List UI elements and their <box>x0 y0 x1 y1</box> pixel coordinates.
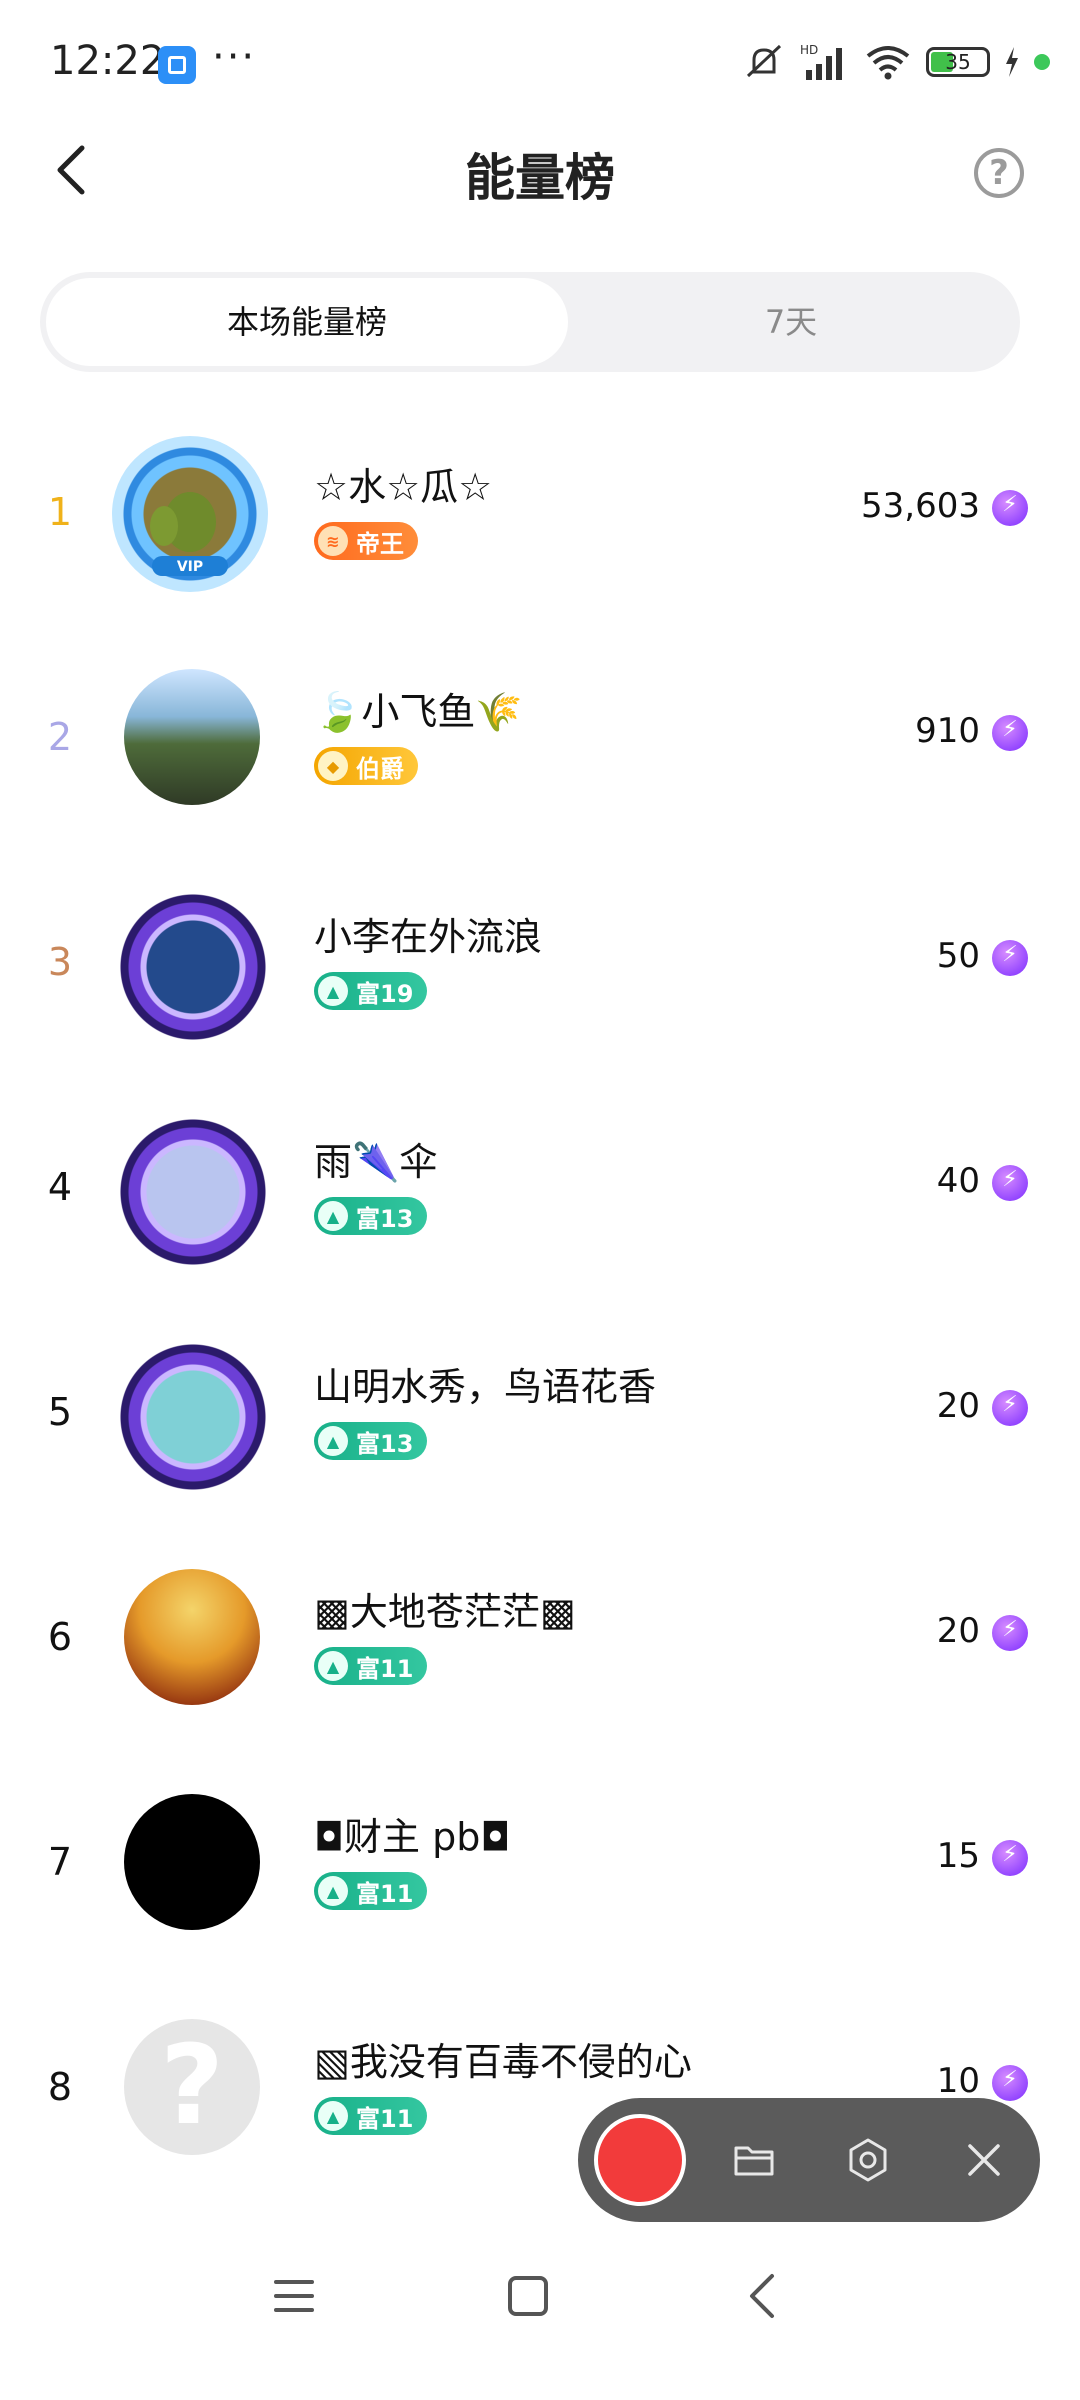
energy-score: 10 <box>936 2061 980 2101</box>
rich-level-icon: ▲ <box>318 1201 348 1231</box>
list-item[interactable]: 5 山明水秀，鸟语花香 ▲ 富13 20 <box>0 1336 1080 1565</box>
level-badge: ≋ 帝王 <box>314 522 418 560</box>
help-button[interactable]: ? <box>974 148 1024 198</box>
rank-number: 3 <box>47 940 73 984</box>
avatar[interactable] <box>112 886 274 1048</box>
list-item[interactable]: 7 ◘财主 pb◘ ▲ 富11 15 <box>0 1790 1080 2015</box>
energy-score: 40 <box>936 1161 980 1201</box>
back-icon[interactable] <box>734 2266 794 2326</box>
charging-icon <box>1006 47 1018 77</box>
energy-score: 15 <box>936 1836 980 1876</box>
avatar[interactable]: VIP <box>112 436 268 592</box>
status-icons: HD 35 <box>742 40 1050 84</box>
avatar[interactable] <box>124 669 260 805</box>
signal-icon: HD <box>800 43 842 80</box>
page-title: 能量榜 <box>465 149 615 207</box>
level-badge: ▲ 富11 <box>314 1647 428 1685</box>
energy-bolt-icon <box>992 1615 1028 1651</box>
battery-icon: 35 <box>926 47 990 77</box>
energy-bolt-icon <box>992 490 1028 526</box>
energy-bolt-icon <box>992 1165 1028 1201</box>
settings-icon[interactable] <box>844 2136 892 2184</box>
mute-icon <box>746 44 782 78</box>
folder-icon[interactable] <box>730 2136 778 2184</box>
avatar[interactable] <box>124 1794 260 1930</box>
svg-text:VIP: VIP <box>177 559 203 575</box>
rank-number: 7 <box>47 1840 73 1884</box>
screen-recorder-panel <box>578 2098 1040 2222</box>
rich-level-icon: ▲ <box>318 2101 348 2131</box>
user-name: ▧我没有百毒不侵的心 <box>314 2040 692 2084</box>
svg-text:?: ? <box>160 2021 224 2149</box>
list-item[interactable]: 2 🍃小飞鱼🌾 ◆ 伯爵 910 <box>0 665 1080 890</box>
level-badge: ▲ 富11 <box>314 2097 428 2135</box>
tab-7-days[interactable]: 7天 <box>568 278 1014 366</box>
crown-icon: ≋ <box>318 526 348 556</box>
level-badge: ◆ 伯爵 <box>314 747 418 785</box>
menu-icon[interactable] <box>264 2266 324 2326</box>
rich-level-icon: ▲ <box>318 1651 348 1681</box>
energy-score: 20 <box>936 1611 980 1651</box>
tab-current-session[interactable]: 本场能量榜 <box>46 278 568 366</box>
energy-bolt-icon <box>992 940 1028 976</box>
energy-score: 20 <box>936 1386 980 1426</box>
header: 能量榜 ? <box>0 120 1080 220</box>
level-badge: ▲ 富11 <box>314 1872 428 1910</box>
rank-number: 5 <box>47 1390 73 1434</box>
status-bar: 12:22 ··· HD 35 <box>0 0 1080 120</box>
list-item[interactable]: 4 雨🌂伞 ▲ 富13 40 <box>0 1111 1080 1340</box>
user-name: 🍃小飞鱼🌾 <box>314 690 523 734</box>
level-badge: ▲ 富19 <box>314 972 428 1010</box>
ranking-tabs: 本场能量榜 7天 <box>40 272 1020 372</box>
energy-score: 910 <box>915 711 980 751</box>
rank-number: 4 <box>47 1165 73 1209</box>
home-icon[interactable] <box>498 2266 558 2326</box>
level-badge: ▲ 富13 <box>314 1422 428 1460</box>
record-button[interactable] <box>594 2114 686 2206</box>
user-name: ▩大地苍茫茫▩ <box>314 1590 576 1634</box>
energy-bolt-icon <box>992 715 1028 751</box>
status-time: 12:22 <box>50 38 166 84</box>
app-icon <box>158 46 196 84</box>
energy-bolt-icon <box>992 1840 1028 1876</box>
energy-score: 53,603 <box>861 486 980 526</box>
close-icon[interactable] <box>960 2136 1008 2184</box>
list-item[interactable]: 1 VIP ☆水☆瓜☆ ≋ 帝王 53,603 <box>0 436 1080 665</box>
charging-dot-icon <box>1034 54 1050 70</box>
user-name: 雨🌂伞 <box>314 1140 438 1184</box>
avatar[interactable] <box>112 1111 274 1273</box>
user-name: ☆水☆瓜☆ <box>314 465 493 509</box>
coin-icon: ◆ <box>318 751 348 781</box>
user-name: 小李在外流浪 <box>314 915 543 959</box>
energy-bolt-icon <box>992 2065 1028 2101</box>
rank-number: 6 <box>47 1615 73 1659</box>
rank-number: 8 <box>47 2065 73 2109</box>
rich-level-icon: ▲ <box>318 976 348 1006</box>
list-item[interactable]: 6 ▩大地苍茫茫▩ ▲ 富11 20 <box>0 1565 1080 1790</box>
rich-level-icon: ▲ <box>318 1426 348 1456</box>
energy-score: 50 <box>936 936 980 976</box>
svg-text:HD: HD <box>800 43 818 57</box>
avatar[interactable] <box>124 1569 260 1705</box>
user-name: 山明水秀，鸟语花香 <box>314 1365 657 1409</box>
system-nav-bar <box>0 2220 1080 2400</box>
more-notifications-icon: ··· <box>212 34 257 80</box>
rich-level-icon: ▲ <box>318 1876 348 1906</box>
avatar[interactable] <box>112 1336 274 1498</box>
level-badge: ▲ 富13 <box>314 1197 428 1235</box>
energy-bolt-icon <box>992 1390 1028 1426</box>
rank-number: 1 <box>47 490 73 534</box>
avatar[interactable]: ? <box>124 2019 260 2155</box>
unknown-user-icon: ? <box>160 2021 224 2149</box>
wifi-icon <box>866 46 910 80</box>
user-name: ◘财主 pb◘ <box>314 1815 511 1859</box>
rank-number: 2 <box>47 715 73 759</box>
list-item[interactable]: 3 小李在外流浪 ▲ 富19 50 <box>0 886 1080 1115</box>
